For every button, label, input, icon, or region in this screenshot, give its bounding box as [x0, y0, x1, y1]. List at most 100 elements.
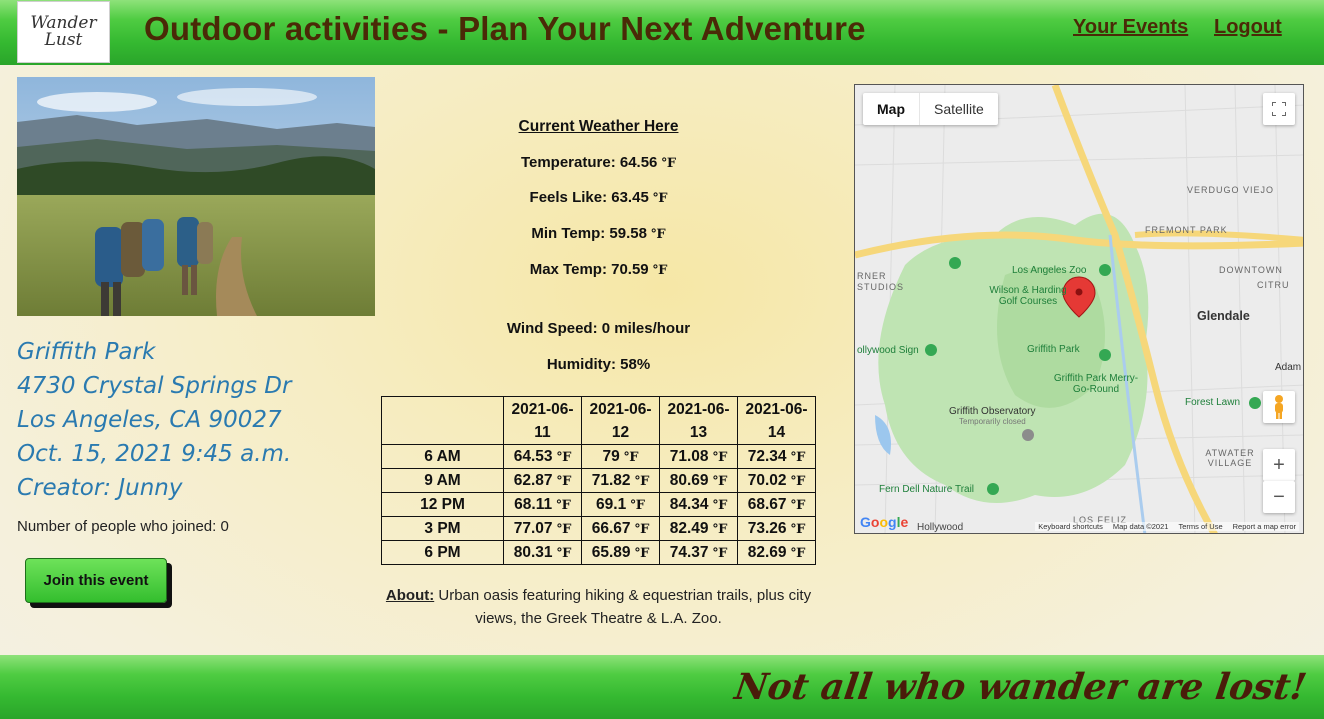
forecast-cell: 77.07 ℉ [503, 516, 582, 541]
forecast-cell: 71.08 ℉ [659, 444, 738, 469]
park-photo [17, 77, 375, 316]
fullscreen-button[interactable] [1263, 93, 1295, 125]
keyboard-shortcuts-link[interactable]: Keyboard shortcuts [1038, 522, 1103, 531]
event-details: Griffith Park 4730 Crystal Springs Dr Lo… [17, 335, 291, 505]
min-temp-row: Min Temp: 59.58 ℉ [381, 225, 816, 242]
fahrenheit-unit: ℉ [661, 156, 677, 171]
fahrenheit-unit: ℉ [652, 191, 668, 206]
temperature: Temperature: 64.56 [520, 154, 658, 171]
forecast-cell: 82.69 ℉ [737, 540, 816, 565]
map-label-merry-go-round: Griffith Park Merry-Go-Round [1053, 373, 1139, 395]
address-line1: 4730 Crystal Springs Dr [17, 373, 292, 399]
map-label-downtown: DOWNTOWN [1219, 265, 1283, 275]
about-label: About: [385, 587, 435, 604]
map-label-citrus: CITRU [1257, 280, 1290, 290]
forecast-cell: 69.1 ℉ [581, 492, 660, 517]
forecast-cell: 64.53 ℉ [503, 444, 582, 469]
fahrenheit-unit: ℉ [652, 263, 668, 278]
forecast-cell: 79 ℉ [581, 444, 660, 469]
map-label-fern-dell: Fern Dell Nature Trail [879, 484, 975, 495]
park-name: Griffith Park [17, 339, 156, 365]
forecast-cell: 70.02 ℉ [737, 468, 816, 493]
map-label-griffith: Griffith Park [1027, 344, 1080, 355]
map-label-adam: Adam [1275, 362, 1302, 373]
about-text: Urban oasis featuring hiking & equestria… [434, 587, 812, 627]
zoom-in-button[interactable]: + [1263, 449, 1295, 481]
temperature-row: Temperature: 64.56 ℉ [381, 154, 816, 171]
min-temp: Min Temp: 59.58 [531, 225, 647, 242]
zoom-out-button[interactable]: − [1263, 481, 1295, 513]
wind-speed: Wind Speed: 0 miles/hour [506, 320, 691, 337]
your-events-link[interactable]: Your Events [1073, 16, 1188, 39]
map-type-map-button[interactable]: Map [863, 93, 920, 125]
forecast-time: 3 PM [381, 516, 504, 541]
about-section: About: Urban oasis featuring hiking & eq… [381, 584, 816, 630]
map-label-glendale: Glendale [1197, 309, 1250, 323]
report-error-link[interactable]: Report a map error [1233, 522, 1296, 531]
forecast-cell: 80.69 ℉ [659, 468, 738, 493]
address-line2: Los Angeles, CA 90027 [17, 407, 282, 433]
footer-tagline: Not all who wander are lost! [731, 666, 1309, 708]
max-temp: Max Temp: 70.59 [529, 261, 649, 278]
joined-count: Number of people who joined: 0 [17, 518, 229, 535]
pegman-icon [1275, 395, 1283, 419]
street-view-pegman[interactable] [1263, 391, 1295, 423]
forecast-time: 6 PM [381, 540, 504, 565]
map-label-hollywood: Hollywood [917, 522, 964, 533]
google-logo[interactable]: Google [860, 514, 908, 530]
table-row: 6 AM 64.53 ℉ 79 ℉ 71.08 ℉ 72.34 ℉ [381, 444, 816, 469]
max-temp-row: Max Temp: 70.59 ℉ [381, 261, 816, 278]
forecast-date: 2021-06-14 [737, 396, 816, 445]
map-label-forest-lawn: Forest Lawn [1185, 397, 1241, 408]
table-row: 12 PM 68.11 ℉ 69.1 ℉ 84.34 ℉ 68.67 ℉ [381, 492, 816, 517]
forecast-date: 2021-06-12 [581, 396, 660, 445]
google-map[interactable]: Los Angeles Zoo Wilson & Harding Golf Co… [854, 84, 1304, 534]
event-creator: Creator: Junny [17, 475, 183, 501]
forecast-cell: 68.67 ℉ [737, 492, 816, 517]
map-label-verdugo: VERDUGO VIEJO [1187, 185, 1275, 195]
map-data-credit: Map data ©2021 [1112, 522, 1169, 531]
forecast-corner [381, 396, 504, 445]
map-label-observatory-note: Temporarily closed [959, 417, 1026, 426]
forecast-table: 2021-06-11 2021-06-12 2021-06-13 2021-06… [381, 396, 816, 565]
page-title: Outdoor activities - Plan Your Next Adve… [144, 10, 866, 47]
forecast-header-row: 2021-06-11 2021-06-12 2021-06-13 2021-06… [381, 396, 816, 445]
join-event-button[interactable]: Join this event [25, 558, 167, 603]
map-label-studios: RNER STUDIOS [857, 271, 905, 292]
forecast-cell: 68.11 ℉ [503, 492, 582, 517]
map-label-hollywood-sign: ollywood Sign [857, 345, 919, 356]
feels-like-row: Feels Like: 63.45 ℉ [381, 189, 816, 206]
map-type-control: Map Satellite [863, 93, 998, 125]
fullscreen-icon [1272, 102, 1286, 116]
table-row: 9 AM 62.87 ℉ 71.82 ℉ 80.69 ℉ 70.02 ℉ [381, 468, 816, 493]
header-bar: Wander Lust Outdoor activities - Plan Yo… [0, 0, 1324, 65]
humidity: Humidity: 58% [546, 356, 651, 373]
forecast-cell: 62.87 ℉ [503, 468, 582, 493]
footer-bar: Not all who wander are lost! [0, 655, 1324, 719]
map-label-observatory: Griffith Observatory [949, 406, 1036, 417]
forecast-time: 6 AM [381, 444, 504, 469]
forecast-date: 2021-06-11 [503, 396, 582, 445]
forecast-time: 9 AM [381, 468, 504, 493]
map-footer: Keyboard shortcuts Map data ©2021 Terms … [1035, 522, 1299, 531]
forecast-cell: 71.82 ℉ [581, 468, 660, 493]
table-row: 3 PM 77.07 ℉ 66.67 ℉ 82.49 ℉ 73.26 ℉ [381, 516, 816, 541]
map-label-golf: Wilson & Harding Golf Courses [989, 285, 1067, 307]
map-label-atwater: ATWATER VILLAGE [1205, 448, 1255, 468]
logo-text: Wander Lust [30, 13, 97, 50]
map-label-zoo: Los Angeles Zoo [1012, 265, 1087, 276]
terms-link[interactable]: Terms of Use [1178, 522, 1222, 531]
forecast-cell: 73.26 ℉ [737, 516, 816, 541]
forecast-cell: 82.49 ℉ [659, 516, 738, 541]
weather-heading: Current Weather Here [518, 118, 679, 135]
forecast-cell: 65.89 ℉ [581, 540, 660, 565]
forecast-cell: 74.37 ℉ [659, 540, 738, 565]
forecast-cell: 84.34 ℉ [659, 492, 738, 517]
event-datetime: Oct. 15, 2021 9:45 a.m. [17, 441, 292, 467]
fahrenheit-unit: ℉ [651, 227, 666, 242]
wanderlust-logo[interactable]: Wander Lust [17, 1, 110, 63]
feels-like: Feels Like: 63.45 [529, 189, 649, 206]
logout-link[interactable]: Logout [1214, 16, 1282, 39]
map-type-satellite-button[interactable]: Satellite [920, 93, 998, 125]
forecast-date: 2021-06-13 [659, 396, 738, 445]
